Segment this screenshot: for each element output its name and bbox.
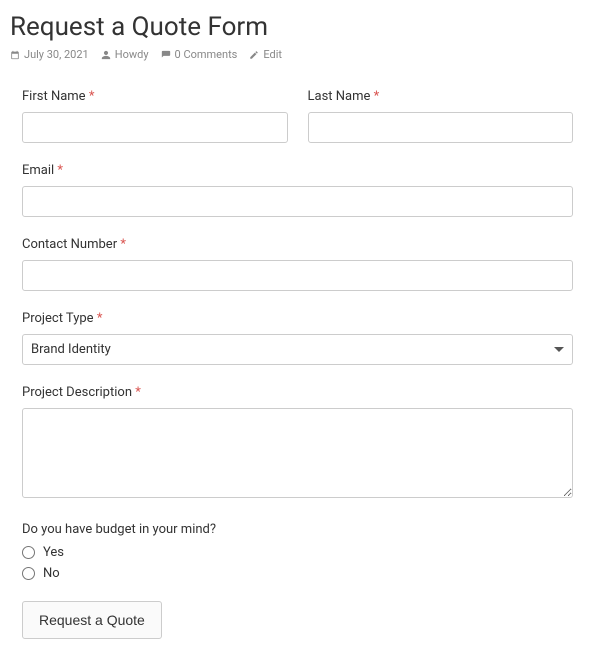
submit-button[interactable]: Request a Quote <box>22 601 162 639</box>
required-mark: * <box>89 89 95 104</box>
last-name-label: Last Name * <box>308 89 574 104</box>
budget-yes-radio[interactable] <box>22 546 35 559</box>
project-desc-label: Project Description * <box>22 385 573 400</box>
project-type-label-text: Project Type <box>22 311 94 326</box>
email-label: Email * <box>22 163 573 178</box>
project-type-label: Project Type * <box>22 311 573 326</box>
meta-edit-link[interactable]: Edit <box>263 48 282 61</box>
required-mark: * <box>374 89 380 104</box>
first-name-label-text: First Name <box>22 89 86 104</box>
meta-comments[interactable]: 0 Comments <box>161 48 238 61</box>
budget-question-label: Do you have budget in your mind? <box>22 522 573 537</box>
required-mark: * <box>97 311 103 326</box>
budget-yes-label: Yes <box>43 545 64 560</box>
required-mark: * <box>57 163 63 178</box>
email-label-text: Email <box>22 163 54 178</box>
meta-edit[interactable]: Edit <box>249 48 282 61</box>
project-desc-textarea[interactable] <box>22 408 573 498</box>
budget-radio-group: Yes No <box>22 545 573 581</box>
page-title: Request a Quote Form <box>10 12 585 42</box>
budget-no-row[interactable]: No <box>22 566 573 581</box>
email-input[interactable] <box>22 186 573 217</box>
contact-label-text: Contact Number <box>22 237 117 252</box>
project-desc-label-text: Project Description <box>22 385 132 400</box>
budget-yes-row[interactable]: Yes <box>22 545 573 560</box>
first-name-label: First Name * <box>22 89 288 104</box>
meta-author[interactable]: Howdy <box>101 48 149 61</box>
contact-label: Contact Number * <box>22 237 573 252</box>
last-name-input[interactable] <box>308 112 574 143</box>
budget-no-radio[interactable] <box>22 567 35 580</box>
calendar-icon <box>10 50 20 60</box>
project-type-select[interactable]: Brand Identity <box>22 334 573 365</box>
quote-form: First Name * Last Name * Email * Contact… <box>10 89 585 639</box>
last-name-label-text: Last Name <box>308 89 371 104</box>
meta-date-text: July 30, 2021 <box>24 48 89 61</box>
edit-icon <box>249 50 259 60</box>
meta-author-link[interactable]: Howdy <box>115 48 149 61</box>
post-meta: July 30, 2021 Howdy 0 Comments Edit <box>10 48 585 61</box>
required-mark: * <box>120 237 126 252</box>
user-icon <box>101 50 111 60</box>
first-name-input[interactable] <box>22 112 288 143</box>
meta-comments-link[interactable]: 0 Comments <box>175 48 238 61</box>
contact-input[interactable] <box>22 260 573 291</box>
required-mark: * <box>135 385 141 400</box>
budget-no-label: No <box>43 566 60 581</box>
meta-date: July 30, 2021 <box>10 48 89 61</box>
comment-icon <box>161 50 171 60</box>
